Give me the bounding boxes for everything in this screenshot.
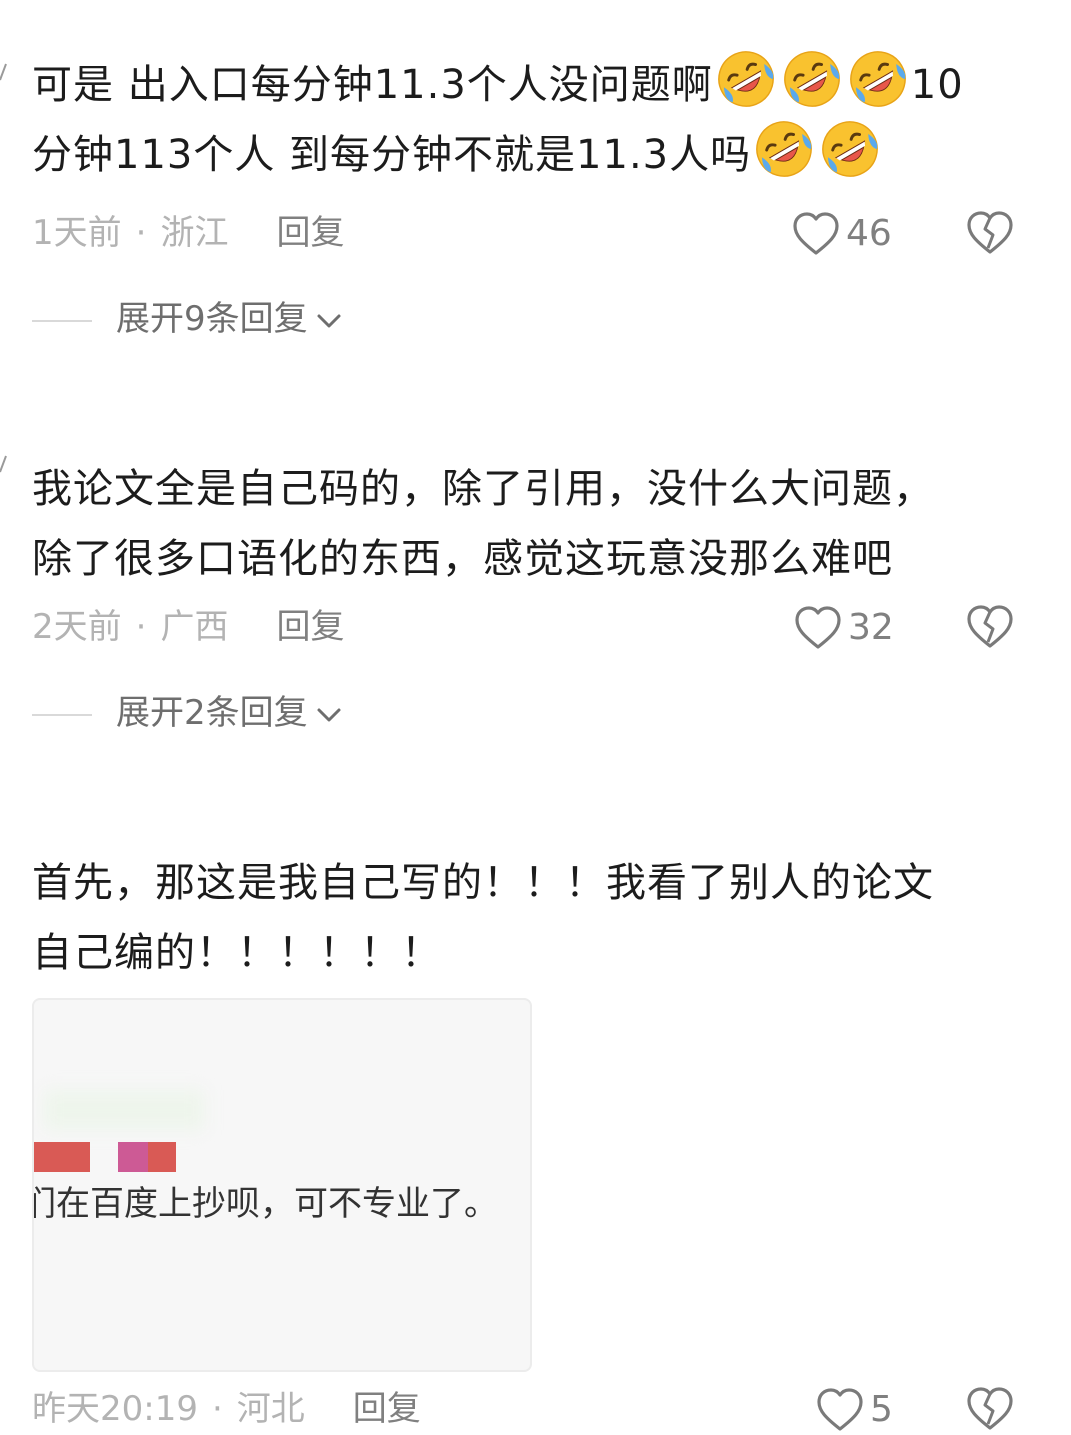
attached-image-text: 们在百度上抄呗，可不专业了。	[32, 1184, 498, 1224]
broken-heart-icon[interactable]	[966, 1386, 1014, 1432]
attached-image[interactable]: 们在百度上抄呗，可不专业了。	[32, 998, 532, 1372]
comment-meta: 1天前 · 浙江 回复	[32, 208, 344, 258]
laughing-emoji-icon	[819, 118, 881, 180]
comment-text: 首先，那这是我自己写的！！！我看了别人的论文 自己编的！！！！！！	[32, 848, 1032, 988]
comment-line: 可是 出入口每分钟11.3个人没问题啊 10	[32, 48, 1032, 118]
expand-replies-button[interactable]: 展开2条回复	[32, 688, 344, 738]
like-count: 32	[848, 607, 894, 648]
heart-outline-icon	[795, 606, 841, 649]
comment-text: 我论文全是自己码的，除了引用，没什么大问题， 除了很多口语化的东西，感觉这玩意没…	[32, 454, 1032, 594]
image-red-block	[148, 1142, 176, 1172]
laughing-emoji-icon	[753, 118, 815, 180]
heart-outline-icon	[817, 1388, 863, 1431]
reply-button[interactable]: 回复	[353, 1389, 421, 1429]
like-button[interactable]: 5	[816, 1384, 893, 1434]
separator: ·	[135, 607, 147, 647]
comment-location: 浙江	[160, 213, 229, 253]
reply-button[interactable]: 回复	[276, 213, 344, 253]
divider-line	[32, 713, 92, 716]
comment-line: 除了很多口语化的东西，感觉这玩意没那么难吧	[32, 536, 893, 582]
comment-time: 昨天20:19	[32, 1389, 198, 1429]
separator: ·	[211, 1389, 223, 1429]
laughing-emoji-icon	[715, 48, 777, 110]
broken-heart-icon[interactable]	[966, 604, 1014, 650]
expand-replies-label: 展开2条回复	[116, 693, 308, 733]
reply-button[interactable]: 回复	[276, 607, 344, 647]
image-pink-block	[118, 1142, 148, 1172]
broken-heart-icon[interactable]	[966, 210, 1014, 256]
expand-replies-label: 展开9条回复	[116, 299, 308, 339]
comment-location: 河北	[236, 1389, 305, 1429]
like-button[interactable]: 46	[792, 208, 892, 258]
chevron-down-icon	[317, 314, 341, 327]
like-count: 5	[870, 1389, 893, 1430]
chevron-down-icon	[317, 708, 341, 721]
comment-time: 2天前	[32, 607, 122, 647]
comment-meta: 2天前 · 广西 回复	[32, 602, 344, 652]
image-blur	[44, 1090, 204, 1130]
separator: ·	[135, 213, 147, 253]
edge-mark	[0, 63, 7, 81]
laughing-emoji-icon	[847, 48, 909, 110]
heart-outline-icon	[793, 212, 839, 255]
comment-line: 首先，那这是我自己写的！！！我看了别人的论文	[32, 860, 934, 906]
comment-line: 自己编的！！！！！！	[32, 930, 442, 976]
comment-line: 分钟113个人 到每分钟不就是11.3人吗	[32, 118, 1032, 188]
divider-line	[32, 319, 92, 322]
comment-text: 可是 出入口每分钟11.3个人没问题啊 10 分钟113个人 到每分钟不就是11.…	[32, 48, 1032, 188]
comment-location: 广西	[160, 607, 229, 647]
like-count: 46	[846, 213, 892, 254]
comment-time: 1天前	[32, 213, 122, 253]
laughing-emoji-icon	[781, 48, 843, 110]
like-button[interactable]: 32	[794, 602, 894, 652]
image-red-block	[34, 1142, 90, 1172]
edge-mark	[0, 455, 7, 473]
comment-meta: 昨天20:19 · 河北 回复	[32, 1384, 421, 1434]
comment-line: 我论文全是自己码的，除了引用，没什么大问题，	[32, 466, 934, 512]
expand-replies-button[interactable]: 展开9条回复	[32, 294, 344, 344]
